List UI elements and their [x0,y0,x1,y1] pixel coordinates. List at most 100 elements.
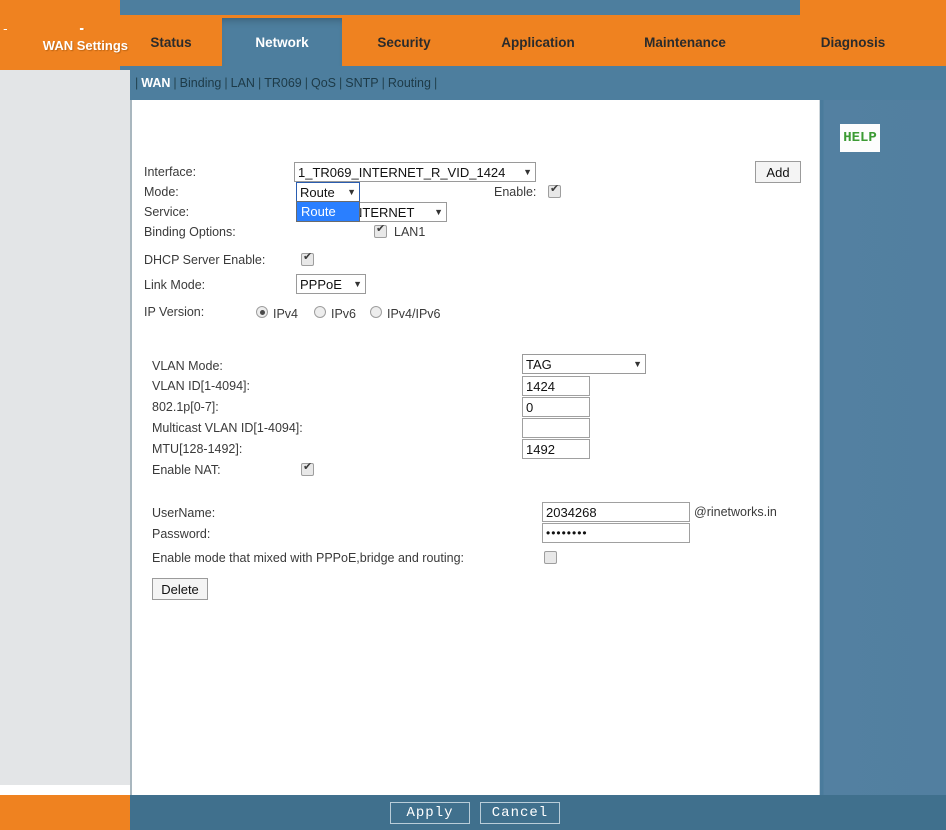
chevron-down-icon: ▼ [353,279,362,289]
vlan-mode-label: VLAN Mode: [152,359,223,373]
row-username: UserName: 2034268 @rinetworks.in [144,502,814,524]
dot1p-value: 0 [526,399,534,415]
vlan-id-label: VLAN ID[1-4094]: [152,379,250,393]
footer-actions: Apply Cancel [130,795,820,830]
apply-button-label: Apply [406,804,454,821]
enable-checkbox[interactable] [548,183,561,198]
delete-button[interactable]: Delete [152,578,208,600]
mode-label: Mode: [144,185,179,199]
row-mode: Mode: Route ▼ Enable: [144,182,814,202]
tab-application[interactable]: Application [466,18,610,66]
subnav-item-binding[interactable]: Binding [180,76,222,90]
dhcp-server-enable-checkbox[interactable] [301,251,314,266]
vlan-mode-select[interactable]: TAG ▼ [522,354,646,374]
username-label: UserName: [152,506,216,520]
vlan-id-value: 1424 [526,378,555,394]
ip-version-label-ipv6: IPv6 [331,307,357,321]
enable-nat-checkbox[interactable] [301,461,314,476]
subnav-separator-0: | [135,76,139,90]
row-binding-options: Binding Options: LAN1 [144,222,814,244]
binding-lan1-checkbox[interactable] [374,223,387,238]
row-password: Password: •••••••• [144,523,814,548]
mtu-input[interactable]: 1492 [522,439,590,459]
mixed-mode-label: Enable mode that mixed with PPPoE,bridge… [152,551,464,565]
subnav-item-tr069[interactable]: TR069 [264,76,302,90]
link-mode-select-value: PPPoE [300,276,342,292]
sub-navigation: | WAN | Binding | LAN | TR069 | QoS | SN… [120,66,946,100]
enable-nat-label: Enable NAT: [152,463,221,477]
mixed-mode-checkbox[interactable] [544,551,557,564]
ip-version-radio-ipv4[interactable] [256,306,268,318]
help-button[interactable]: HELP [840,124,880,152]
multicast-vlan-id-label: Multicast VLAN ID[1-4094]: [152,421,303,435]
username-domain-suffix: @rinetworks.in [694,505,777,519]
row-delete: Delete [144,578,814,608]
subnav-item-routing[interactable]: Routing [388,76,431,90]
footer-bar: Apply Cancel [130,795,946,830]
ip-version-label-ipv4-ipv6: IPv4/IPv6 [387,307,441,321]
row-multicast-vlan-id: Multicast VLAN ID[1-4094]: [144,418,814,439]
ip-version-radio-ipv6[interactable] [314,306,326,318]
binding-options-label: Binding Options: [144,225,236,239]
row-mtu: MTU[128-1492]: 1492 [144,439,814,460]
interface-select[interactable]: 1_TR069_INTERNET_R_VID_1424 ▼ [294,162,536,182]
mode-option-route[interactable]: Route [297,202,359,221]
tab-security[interactable]: Security [342,18,466,66]
cancel-button-label: Cancel [491,804,549,821]
add-button[interactable]: Add [755,161,801,183]
cancel-button[interactable]: Cancel [480,801,560,824]
chevron-down-icon: ▼ [523,167,532,177]
subnav-item-lan[interactable]: LAN [231,76,255,90]
interface-label: Interface: [144,165,197,179]
sidebar-footer-bar [0,795,130,830]
left-sidebar [0,70,130,785]
delete-button-label: Delete [161,581,199,597]
chevron-down-icon: ▼ [434,207,443,217]
binding-lan1-label: LAN1 [394,225,426,239]
vlan-id-input[interactable]: 1424 [522,376,590,396]
ip-version-label-ipv4: IPv4 [273,307,299,321]
help-label: HELP [843,130,877,146]
service-select[interactable]: NTERNET ▼ [349,202,447,222]
tab-network[interactable]: Network [222,18,342,66]
password-label: Password: [152,527,211,541]
dot1p-label: 802.1p[0-7]: [152,400,219,414]
service-select-value: NTERNET [353,204,415,220]
ip-version-label: IP Version: [144,305,205,319]
username-input[interactable]: 2034268 [542,502,690,522]
chevron-down-icon: ▼ [633,359,642,369]
password-input[interactable]: •••••••• [542,523,690,543]
subnav-separator-1: | [173,76,177,90]
row-enable-nat: Enable NAT: [144,460,814,482]
subnav-item-sntp[interactable]: SNTP [345,76,378,90]
chevron-down-icon: ▼ [347,187,356,197]
link-mode-select[interactable]: PPPoE ▼ [296,274,366,294]
apply-button[interactable]: Apply [390,801,470,824]
row-dhcp-server-enable: DHCP Server Enable: [144,244,814,272]
mode-select[interactable]: Route ▼ [296,182,360,202]
subnav-item-wan[interactable]: WAN [141,76,170,90]
subnav-separator-6: | [381,76,385,90]
add-button-label: Add [766,164,790,180]
row-ip-version: IP Version: IPv4 IPv6 IPv4/IPv6 [144,299,814,325]
subnav-separator-7: | [433,76,438,90]
dot1p-input[interactable]: 0 [522,397,590,417]
multicast-vlan-id-input[interactable] [522,418,590,438]
ip-version-radio-ipv4-ipv6[interactable] [370,306,382,318]
interface-select-value: 1_TR069_INTERNET_R_VID_1424 [298,164,506,180]
subnav-item-qos[interactable]: QoS [311,76,336,90]
subnav-separator-3: | [257,76,262,90]
wan-settings-panel: Interface: 1_TR069_INTERNET_R_VID_1424 ▼… [130,100,820,795]
link-mode-label: Link Mode: [144,278,206,292]
top-banner-blue-block [120,0,800,15]
username-value: 2034268 [546,504,597,520]
mode-select-dropdown-list[interactable]: Route [296,201,360,222]
tab-status[interactable]: Status [120,18,222,66]
tab-diagnosis[interactable]: Diagnosis [760,18,946,66]
tab-maintenance[interactable]: Maintenance [610,18,760,66]
subnav-separator-2: | [224,76,228,90]
mtu-value: 1492 [526,441,555,457]
service-label: Service: [144,205,190,219]
sidebar-item-wan-settings[interactable]: WAN Settings [0,30,130,60]
subnav-separator-5: | [339,76,343,90]
